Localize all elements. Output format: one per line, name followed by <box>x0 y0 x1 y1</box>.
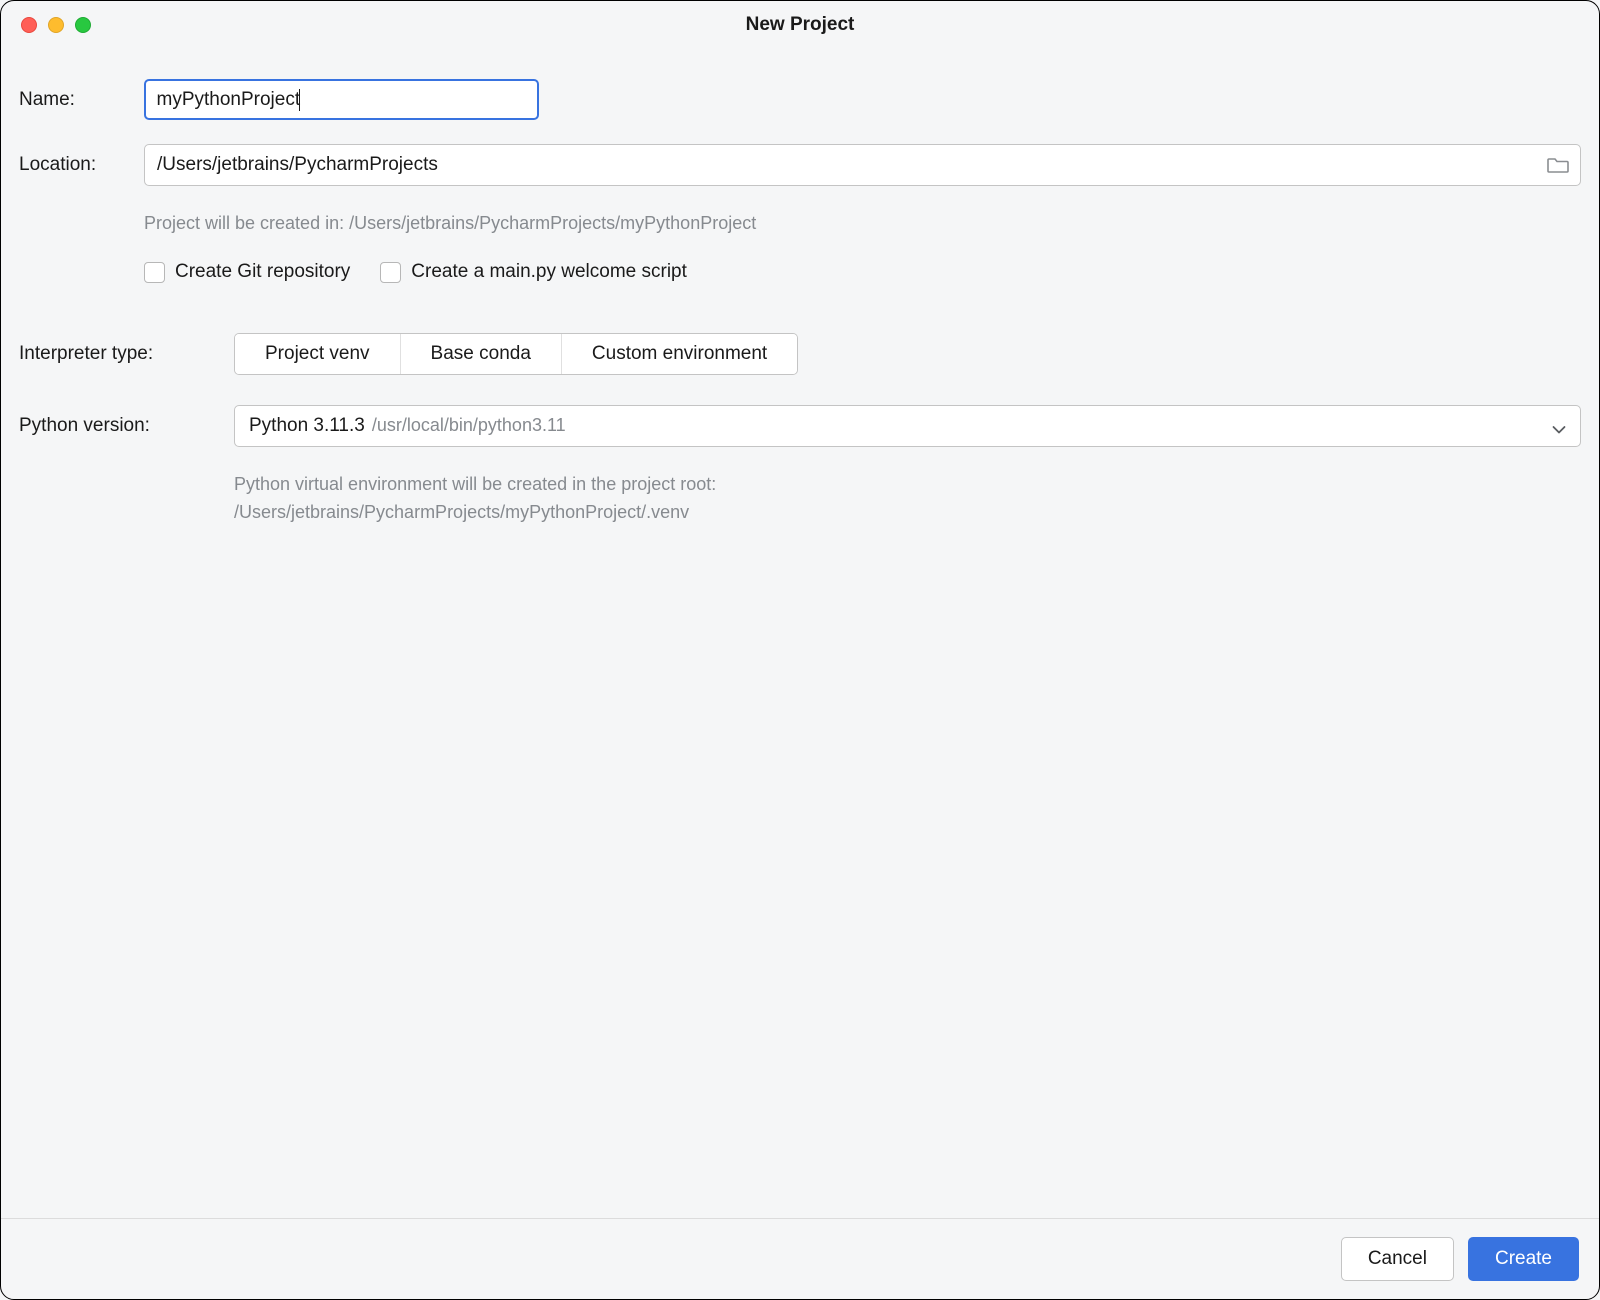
location-hint: Project will be created in: /Users/jetbr… <box>144 210 1581 237</box>
minimize-window-button[interactable] <box>48 17 64 33</box>
text-cursor <box>299 89 300 111</box>
interpreter-type-row: Interpreter type: Project venv Base cond… <box>19 333 1581 375</box>
browse-folder-icon[interactable] <box>1547 156 1569 174</box>
create-button[interactable]: Create <box>1468 1237 1579 1281</box>
name-label: Name: <box>19 89 144 111</box>
name-row: Name: myPythonProject <box>19 79 1581 120</box>
window-controls <box>21 17 91 33</box>
venv-hint: Python virtual environment will be creat… <box>234 471 1581 527</box>
location-label: Location: <box>19 154 144 176</box>
segment-custom-env[interactable]: Custom environment <box>562 334 797 374</box>
python-version-dropdown: Python 3.11.3 /usr/local/bin/python3.11 <box>234 405 1581 447</box>
dialog-content: Name: myPythonProject Location: Project … <box>1 49 1599 1218</box>
git-checkbox[interactable] <box>144 262 165 283</box>
dialog-footer: Cancel Create <box>1 1218 1599 1299</box>
cancel-button[interactable]: Cancel <box>1341 1237 1454 1281</box>
mainpy-checkbox-label: Create a main.py welcome script <box>411 261 687 283</box>
git-checkbox-label: Create Git repository <box>175 261 350 283</box>
python-version-path: /usr/local/bin/python3.11 <box>372 415 566 436</box>
venv-hint-line1: Python virtual environment will be creat… <box>234 474 716 494</box>
interpreter-type-segments: Project venv Base conda Custom environme… <box>234 333 798 375</box>
close-window-button[interactable] <box>21 17 37 33</box>
name-value: myPythonProject <box>157 89 301 110</box>
name-input[interactable]: myPythonProject <box>144 79 539 120</box>
maximize-window-button[interactable] <box>75 17 91 33</box>
new-project-dialog: New Project Name: myPythonProject Locati… <box>0 0 1600 1300</box>
location-wrapper <box>144 144 1581 186</box>
location-row: Location: <box>19 144 1581 186</box>
venv-hint-line2: /Users/jetbrains/PycharmProjects/myPytho… <box>234 502 689 522</box>
git-checkbox-group[interactable]: Create Git repository <box>144 261 350 283</box>
mainpy-checkbox[interactable] <box>380 262 401 283</box>
mainpy-checkbox-group[interactable]: Create a main.py welcome script <box>380 261 687 283</box>
segment-project-venv[interactable]: Project venv <box>235 334 401 374</box>
python-version-value: Python 3.11.3 <box>249 415 365 437</box>
python-version-label: Python version: <box>19 415 234 437</box>
window-title: New Project <box>1 14 1599 36</box>
python-version-select[interactable]: Python 3.11.3 /usr/local/bin/python3.11 <box>234 405 1581 447</box>
location-input[interactable] <box>144 144 1581 186</box>
titlebar: New Project <box>1 1 1599 49</box>
segment-base-conda[interactable]: Base conda <box>401 334 562 374</box>
interpreter-type-label: Interpreter type: <box>19 343 234 365</box>
options-row: Create Git repository Create a main.py w… <box>144 261 1581 283</box>
python-version-row: Python version: Python 3.11.3 /usr/local… <box>19 405 1581 447</box>
